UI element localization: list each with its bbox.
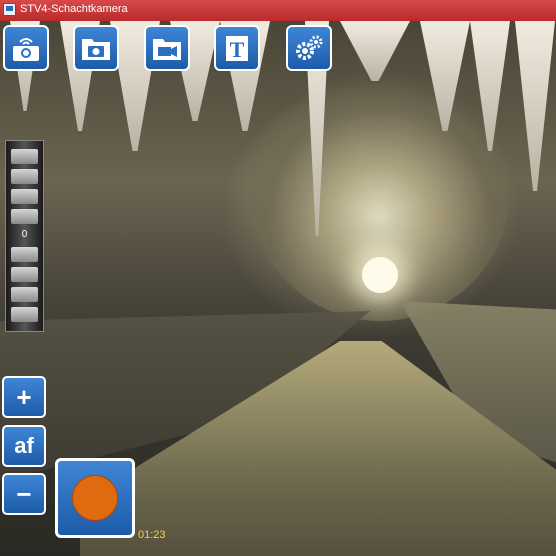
photo-folder-icon: [82, 39, 110, 60]
autofocus-button[interactable]: af: [2, 425, 46, 467]
zoom-tick: [11, 287, 38, 302]
gears-icon: [296, 35, 323, 60]
title-bar: STV4-Schachtkamera: [0, 0, 556, 21]
text-button[interactable]: T: [214, 25, 260, 71]
window-title: STV4-Schachtkamera: [20, 3, 128, 15]
zoom-level-scale: 0: [5, 140, 44, 332]
record-icon: [72, 475, 118, 521]
zoom-tick: [11, 247, 38, 262]
zoom-in-label: +: [16, 382, 32, 412]
zoom-tick: [11, 267, 38, 282]
zoom-zero-marker: 0: [21, 229, 28, 240]
record-button[interactable]: [55, 458, 135, 538]
zoom-tick: [11, 189, 38, 204]
zoom-tick: [11, 307, 38, 322]
photo-folder-button[interactable]: [73, 25, 119, 71]
settings-button[interactable]: [286, 25, 332, 71]
wifi-camera-button[interactable]: [3, 25, 49, 71]
svg-text:T: T: [230, 37, 245, 62]
video-folder-icon: [153, 39, 181, 60]
video-folder-button[interactable]: [144, 25, 190, 71]
zoom-tick: [11, 169, 38, 184]
app-icon: [3, 3, 16, 16]
zoom-tick: [11, 149, 38, 164]
wifi-camera-icon: [13, 38, 39, 61]
timestamp-overlay: 01:23: [138, 529, 166, 541]
zoom-out-button[interactable]: −: [2, 473, 46, 515]
tunnel-light: [362, 257, 398, 293]
zoom-in-button[interactable]: +: [2, 376, 46, 418]
text-document-icon: T: [226, 36, 248, 62]
stalactite: [515, 21, 555, 191]
zoom-out-label: −: [16, 479, 32, 509]
zoom-tick: [11, 209, 38, 224]
autofocus-label: af: [14, 433, 34, 458]
